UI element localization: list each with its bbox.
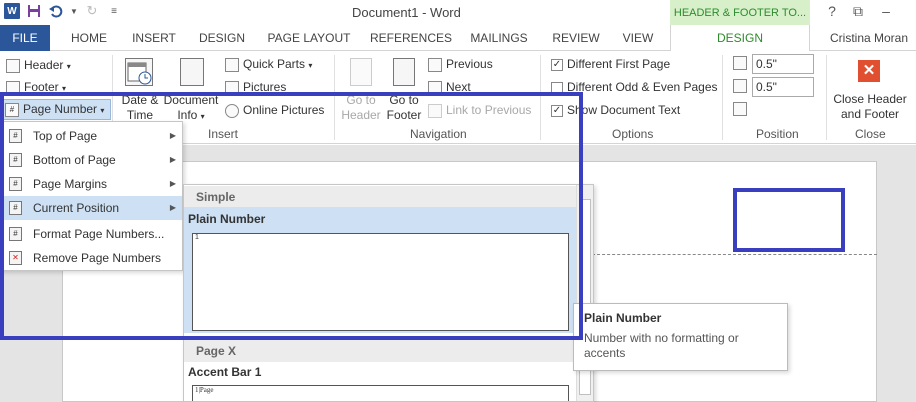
- header-icon: [6, 58, 20, 73]
- quick-access-toolbar: W ▼ ↻ ≡: [4, 3, 122, 19]
- highlight-box-menu: [0, 92, 583, 340]
- document-title: Document1 - Word: [352, 5, 461, 20]
- tab-header-footer-design[interactable]: DESIGN: [670, 25, 810, 52]
- footer-position-input[interactable]: 0.5": [752, 77, 814, 97]
- insert-alignment-tab-icon[interactable]: [733, 102, 747, 116]
- title-bar: W ▼ ↻ ≡ Document1 - Word HEADER & FOOTER…: [0, 0, 916, 25]
- close-header-footer-button[interactable]: Close Header and Footer: [832, 92, 908, 122]
- previous-button[interactable]: Previous: [428, 57, 493, 72]
- group-label-options: Options: [612, 127, 654, 141]
- tab-design[interactable]: DESIGN: [196, 25, 248, 51]
- tab-view[interactable]: VIEW: [618, 25, 658, 51]
- preview-text: 1|Page: [195, 386, 214, 394]
- different-odd-even-label: Different Odd & Even Pages: [567, 80, 718, 94]
- gallery-section-page-x: Page X: [184, 340, 577, 362]
- tab-home[interactable]: HOME: [66, 25, 112, 51]
- different-first-page-checkbox[interactable]: ✓: [551, 59, 563, 71]
- tab-insert[interactable]: INSERT: [126, 25, 182, 51]
- go-to-footer-icon: [393, 58, 415, 86]
- accent-bar-preview: 1|Page: [192, 385, 569, 401]
- go-to-header-icon: [350, 58, 372, 86]
- highlight-box-header: [733, 188, 845, 252]
- group-separator: [722, 55, 723, 140]
- user-account[interactable]: Cristina Moran: [830, 25, 908, 51]
- group-label-close: Close: [855, 127, 886, 141]
- help-button[interactable]: ?: [822, 3, 842, 19]
- tab-review[interactable]: REVIEW: [550, 25, 602, 51]
- group-label-position: Position: [756, 127, 799, 141]
- word-logo-icon: W: [4, 3, 20, 19]
- quick-parts-button[interactable]: Quick Parts ▾: [225, 57, 312, 72]
- undo-dropdown-icon[interactable]: ▼: [70, 3, 78, 19]
- quick-parts-icon: [225, 57, 239, 72]
- ribbon-tabs: FILE HOME INSERT DESIGN PAGE LAYOUT REFE…: [0, 25, 916, 52]
- document-info-icon: [180, 58, 204, 86]
- redo-icon[interactable]: ↻: [84, 3, 100, 19]
- previous-icon: [428, 57, 442, 72]
- close-header-footer-icon: ✕: [858, 60, 880, 82]
- header-position-input[interactable]: 0.5": [752, 54, 814, 74]
- gallery-item-accent-bar-1[interactable]: Accent Bar 1: [188, 365, 261, 379]
- calendar-clock-icon: [125, 58, 153, 86]
- tooltip-title: Plain Number: [584, 311, 662, 325]
- minimize-button[interactable]: –: [876, 3, 896, 19]
- tab-file[interactable]: FILE: [0, 25, 50, 51]
- gallery-tooltip: Plain Number Number with no formatting o…: [573, 303, 788, 371]
- footer-from-bottom-icon: [733, 79, 747, 93]
- show-document-text-label: Show Document Text: [567, 103, 681, 117]
- customize-qat-icon[interactable]: ≡: [106, 3, 122, 19]
- header-footer-tools-label: HEADER & FOOTER TO...: [670, 0, 810, 25]
- tab-mailings[interactable]: MAILINGS: [466, 25, 532, 51]
- group-separator: [826, 55, 827, 140]
- save-icon[interactable]: [26, 3, 42, 19]
- tooltip-description: Number with no formatting or accents: [584, 331, 739, 360]
- ribbon-display-options-icon[interactable]: ⧉: [848, 3, 868, 20]
- tab-page-layout[interactable]: PAGE LAYOUT: [266, 25, 352, 51]
- header-from-top-icon: [733, 56, 747, 70]
- header-button[interactable]: Header ▾: [6, 58, 71, 73]
- undo-icon[interactable]: [48, 3, 64, 19]
- header-boundary-line: [592, 254, 877, 255]
- different-first-page-label: Different First Page: [567, 57, 671, 71]
- tab-references[interactable]: REFERENCES: [370, 25, 452, 51]
